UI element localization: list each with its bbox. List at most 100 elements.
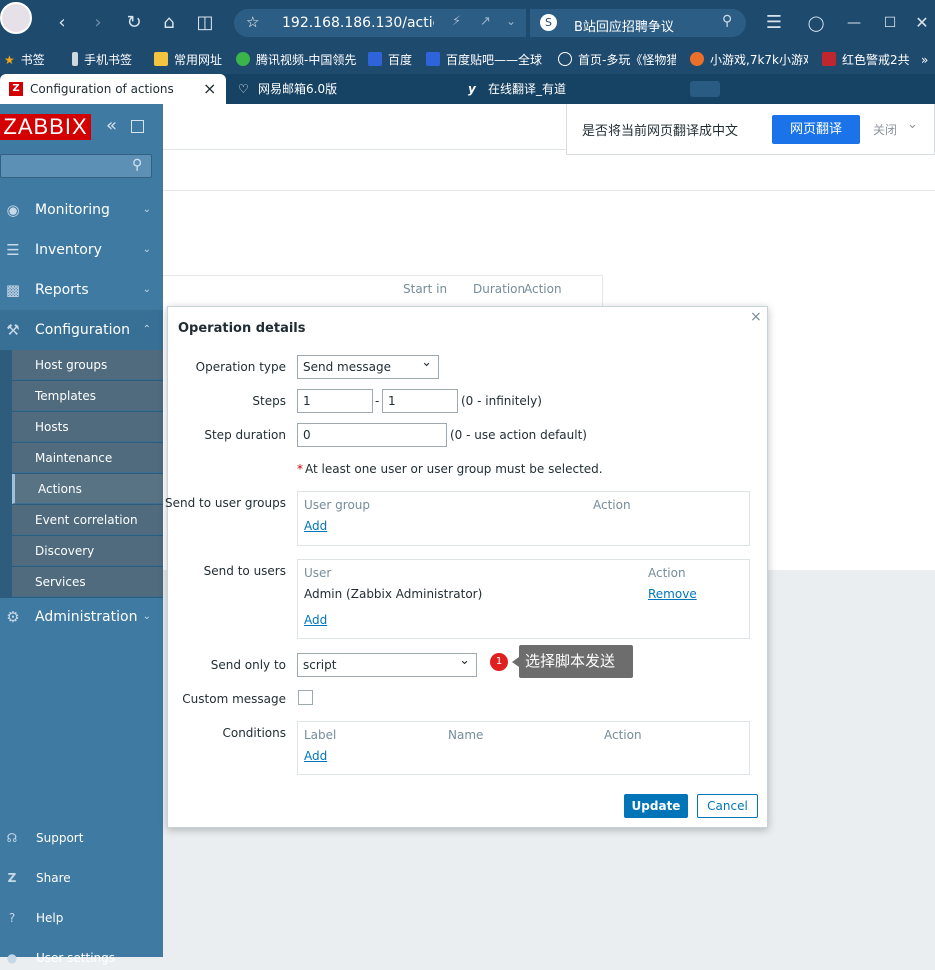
menu-administration[interactable]: ⚙ Administration ⌄ [0, 597, 163, 637]
tab-youdao-translate[interactable]: y 在线翻译_有道 [468, 74, 668, 104]
operation-type-select[interactable]: Send message [297, 352, 439, 379]
users-table: User Action Admin (Zabbix Administrator)… [297, 559, 750, 639]
steps-from-input[interactable]: 1 [297, 389, 373, 413]
home-icon[interactable]: ⌂ [155, 0, 183, 46]
footer-user-settings[interactable]: ● User settings [0, 946, 163, 970]
new-tab-button[interactable] [690, 81, 720, 97]
minimize-icon[interactable]: — [840, 0, 868, 46]
step-duration-label: Step duration [204, 428, 286, 442]
bookmark-item[interactable]: 百度 [368, 46, 412, 74]
dialog-close-icon[interactable]: × [750, 309, 762, 325]
update-button[interactable]: Update [624, 794, 688, 818]
bookmark-item[interactable]: 首页-多玩《怪物猎 [558, 46, 676, 74]
forward-icon[interactable]: › [84, 0, 112, 46]
footer-help[interactable]: ? Help [0, 906, 163, 930]
search-icon[interactable]: ⚲ [132, 157, 142, 173]
submenu-templates[interactable]: Templates [12, 381, 163, 411]
bookmark-item[interactable]: 手机书签 [72, 46, 132, 74]
user-groups-add-link[interactable]: Add [304, 519, 327, 533]
send-only-to-select[interactable]: script [297, 650, 477, 677]
chevron-down-icon: ⌄ [142, 284, 151, 295]
headset-icon: ☊ [6, 831, 18, 845]
chevron-down-icon: ⌄ [142, 244, 151, 255]
search-text: B站回应招聘争议 [574, 20, 674, 35]
bookmark-item[interactable]: ★ 书签 [4, 46, 45, 74]
tab-configuration-of-actions[interactable]: Z Configuration of actions × [0, 74, 226, 104]
game-icon [822, 52, 836, 66]
bookmark-item[interactable]: 常用网址 [154, 46, 222, 74]
footer-support[interactable]: ☊ Support [0, 826, 163, 850]
menu-inventory[interactable]: ☰ Inventory ⌄ [0, 230, 163, 270]
submenu-maintenance[interactable]: Maintenance [12, 443, 163, 473]
address-bar[interactable]: ☆ 192.168.186.130/action ⚡ ↗ ⌄ [234, 9, 526, 37]
operation-details-dialog: Operation details × Operation type Send … [165, 306, 768, 828]
user-remove-link[interactable]: Remove [648, 587, 697, 601]
reading-mode-icon[interactable]: ◫ [191, 0, 219, 46]
magnifier-icon[interactable]: ⚲ [722, 13, 732, 29]
tab-netease-mail[interactable]: ♡ 网易邮箱6.0版 [238, 74, 438, 104]
sidebar-search-input[interactable]: ⚲ [0, 154, 152, 178]
bookmark-item[interactable]: 小游戏,7k7k小游戏 [690, 46, 808, 74]
cancel-button[interactable]: Cancel [697, 794, 758, 818]
bookmark-item[interactable]: 腾讯视频-中国领先 [236, 46, 356, 74]
submenu-actions[interactable]: Actions [12, 474, 163, 504]
menu-monitoring[interactable]: ◉ Monitoring ⌄ [0, 190, 163, 230]
search-engine-icon[interactable]: S [540, 14, 557, 31]
steps-to-input[interactable]: 1 [382, 389, 458, 413]
conditions-col-action: Action [604, 728, 642, 742]
maximize-icon[interactable]: ☐ [876, 0, 904, 46]
more-bookmarks-icon[interactable]: » [921, 46, 935, 74]
lightning-icon[interactable]: ⚡ [452, 14, 461, 29]
send-only-to-label: Send only to [210, 658, 286, 672]
share-icon[interactable]: ↗ [480, 14, 491, 29]
bar-chart-icon: ▩ [5, 281, 21, 299]
submenu-host-groups[interactable]: Host groups [12, 350, 163, 380]
zabbix-favicon-icon: Z [9, 82, 23, 96]
submenu-services[interactable]: Services [12, 567, 163, 597]
menu-reports[interactable]: ▩ Reports ⌄ [0, 270, 163, 310]
baidu-icon [368, 52, 382, 66]
user-row-name: Admin (Zabbix Administrator) [304, 587, 483, 601]
users-col-user: User [304, 566, 332, 580]
folder-icon [154, 52, 168, 66]
chevron-down-icon[interactable]: ⌄ [907, 117, 918, 132]
submenu-event-correlation[interactable]: Event correlation [12, 505, 163, 535]
required-star: * [297, 462, 303, 476]
translate-button[interactable]: 网页翻译 [772, 115, 860, 144]
submenu-hosts[interactable]: Hosts [12, 412, 163, 442]
tab-close-icon[interactable]: × [203, 74, 216, 104]
annotation-arrow [512, 657, 519, 667]
bookmark-item[interactable]: 百度贴吧——全球 [426, 46, 544, 74]
users-add-link[interactable]: Add [304, 613, 327, 627]
browser-toolbar: ‹ › ↻ ⌂ ◫ ☆ 192.168.186.130/action ⚡ ↗ ⌄… [0, 0, 935, 46]
refresh-icon[interactable]: ↻ [120, 0, 148, 46]
menu-icon[interactable]: ☰ [760, 0, 788, 46]
globe-icon [558, 52, 572, 66]
bookmarks-bar: ★ 书签 手机书签 常用网址 腾讯视频-中国领先 百度 百度贴吧——全球 首页-多… [0, 46, 935, 74]
back-icon[interactable]: ‹ [48, 0, 76, 46]
close-window-icon[interactable]: ✕ [908, 0, 935, 46]
menu-configuration[interactable]: ⚒ Configuration ⌃ [0, 310, 163, 350]
star-icon[interactable]: ☆ [246, 13, 259, 31]
bookmark-item[interactable]: 红色警戒2共 [822, 46, 914, 74]
search-bar[interactable]: S B站回应招聘争议 ⚲ [530, 9, 746, 37]
zabbix-logo[interactable]: ZABBIX [0, 114, 91, 140]
shirt-icon[interactable]: ◯ [802, 0, 830, 46]
submenu-discovery[interactable]: Discovery [12, 536, 163, 566]
conditions-add-link[interactable]: Add [304, 749, 327, 763]
footer-share[interactable]: Z Share [0, 866, 163, 890]
translate-close-button[interactable]: 关闭 [873, 121, 897, 138]
help-icon: ? [8, 911, 16, 925]
conditions-table: Label Name Action Add [297, 721, 750, 775]
collapse-sidebar-icon[interactable]: « [106, 116, 117, 136]
conditions-label: Conditions [222, 726, 286, 740]
custom-message-checkbox[interactable] [298, 690, 313, 705]
gear-icon: ⚙ [6, 608, 20, 626]
step-duration-input[interactable]: 0 [297, 423, 447, 447]
chevron-down-icon[interactable]: ⌄ [506, 14, 516, 28]
profile-avatar[interactable] [0, 2, 32, 34]
baidu-icon [426, 52, 440, 66]
user-groups-label: Send to user groups [165, 496, 286, 510]
users-col-action: Action [648, 566, 686, 580]
kiosk-mode-icon[interactable] [131, 120, 144, 133]
